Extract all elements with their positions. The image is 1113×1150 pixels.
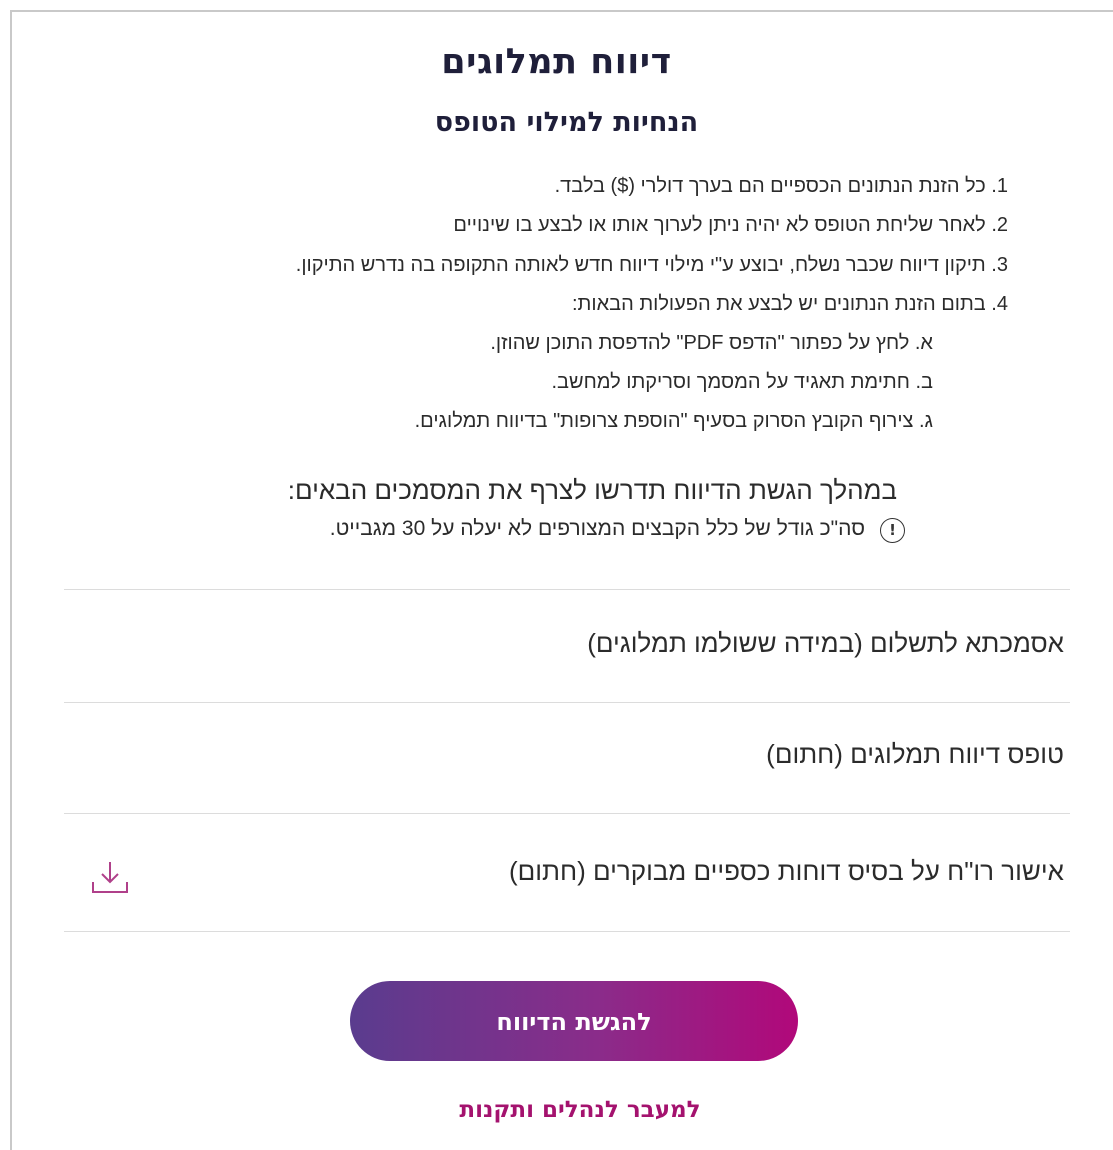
instruction-4c: ג. צירוף הקובץ הסרוק בסעיף "הוספת צרופות… bbox=[414, 410, 933, 432]
instruction-4: 4. בתום הזנת הנתונים יש לבצע את הפעולות … bbox=[572, 293, 1008, 315]
documents-heading: במהלך הגשת הדיווח תדרשו לצרף את המסמכים … bbox=[287, 475, 897, 505]
submit-report-button[interactable]: להגשת הדיווח bbox=[350, 981, 798, 1061]
document-item-accountant-approval: אישור רו"ח על בסיס דוחות כספיים מבוקרים … bbox=[64, 814, 1070, 931]
document-item-payment-proof: אסמכתא לתשלום (במידה ששולמו תמלוגים) bbox=[64, 590, 1070, 700]
document-label: טופס דיווח תמלוגים (חתום) bbox=[766, 739, 1064, 769]
download-icon[interactable] bbox=[90, 858, 130, 896]
instruction-1: 1. כל הזנת הנתונים הכספיים הם בערך דולרי… bbox=[554, 175, 1008, 197]
instruction-2: 2. לאחר שליחת הטופס לא יהיה ניתן לערוך א… bbox=[453, 214, 1008, 236]
instruction-4b: ב. חתימת תאגיד על המסמך וסריקתו למחשב. bbox=[551, 371, 933, 393]
file-size-note: סה"כ גודל של כלל הקבצים המצורפים לא יעלה… bbox=[329, 517, 865, 540]
document-label: אסמכתא לתשלום (במידה ששולמו תמלוגים) bbox=[587, 628, 1064, 658]
document-label: אישור רו"ח על בסיס דוחות כספיים מבוקרים … bbox=[508, 856, 1064, 886]
page-subtitle: הנחיות למילוי הטופס bbox=[434, 107, 699, 138]
page-title: דיווח תמלוגים bbox=[441, 42, 672, 82]
procedures-link[interactable]: למעבר לנהלים ותקנות bbox=[0, 1097, 1113, 1123]
info-icon: ! bbox=[880, 518, 905, 543]
document-item-royalty-form: טופס דיווח תמלוגים (חתום) bbox=[64, 703, 1070, 813]
instruction-3: 3. תיקון דיווח שכבר נשלח, יבוצע ע"י מילו… bbox=[295, 254, 1008, 276]
instruction-4a: א. לחץ על כפתור "הדפס PDF" להדפסת התוכן … bbox=[490, 332, 933, 354]
divider bbox=[64, 931, 1070, 932]
